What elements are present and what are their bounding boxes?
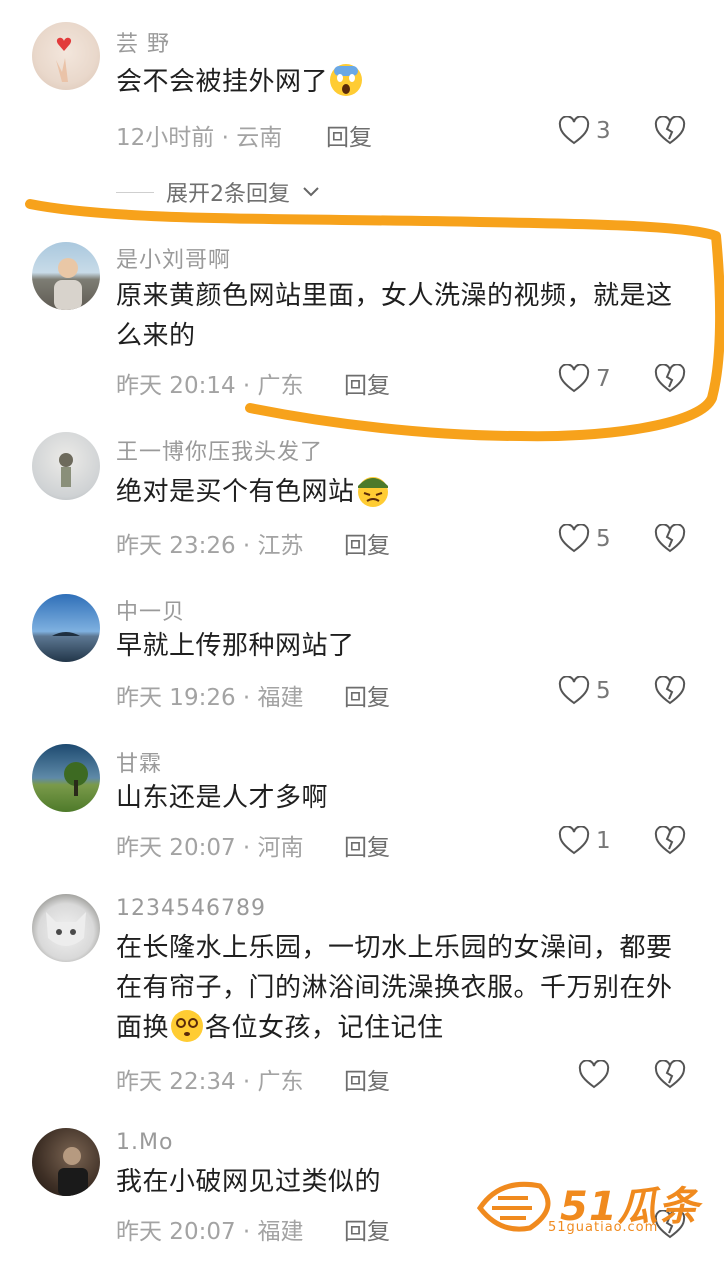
comment-username[interactable]: 是小刘哥啊 bbox=[116, 242, 231, 274]
avatar[interactable] bbox=[32, 894, 100, 962]
broken-heart-icon bbox=[654, 115, 686, 145]
heart-outline-icon bbox=[558, 676, 590, 705]
comment-username[interactable]: 甘霖 bbox=[116, 746, 162, 778]
dislike-button[interactable] bbox=[654, 115, 686, 150]
heart-outline-icon bbox=[558, 524, 590, 553]
reply-button[interactable]: 回复 bbox=[344, 678, 390, 712]
expand-replies-label: 展开2条回复 bbox=[166, 182, 290, 207]
comment-text-content: 会不会被挂外网了 bbox=[116, 67, 329, 97]
comment-time: 昨天 19:26 bbox=[116, 685, 236, 711]
like-button[interactable]: 1 bbox=[558, 826, 611, 856]
comment-username[interactable]: 中一贝 bbox=[116, 594, 185, 626]
comment-meta: 昨天 22:34 · 广东 bbox=[116, 1062, 304, 1096]
avatar[interactable] bbox=[32, 1128, 100, 1196]
reply-button[interactable]: 回复 bbox=[344, 1212, 390, 1246]
comment-location: 江苏 bbox=[257, 533, 304, 559]
comment-location: 广东 bbox=[257, 1069, 304, 1095]
comment-text: 绝对是买个有色网站 bbox=[116, 472, 706, 512]
heart-outline-icon bbox=[578, 1060, 610, 1089]
comment-text-content: 绝对是买个有色网站 bbox=[116, 477, 355, 507]
comment-time: 昨天 23:26 bbox=[116, 533, 236, 559]
comment-time: 昨天 20:07 bbox=[116, 835, 236, 861]
expand-replies-button[interactable]: 展开2条回复 bbox=[116, 176, 320, 208]
avatar[interactable] bbox=[32, 432, 100, 500]
like-button[interactable]: 5 bbox=[558, 524, 611, 554]
comment-time: 昨天 20:14 bbox=[116, 373, 236, 399]
like-count: 5 bbox=[596, 526, 611, 552]
meta-separator: · bbox=[221, 125, 229, 151]
reply-button[interactable]: 回复 bbox=[344, 828, 390, 862]
heart-outline-icon bbox=[558, 116, 590, 145]
like-button[interactable] bbox=[578, 1060, 616, 1090]
meta-separator: · bbox=[242, 685, 251, 711]
like-count: 1 bbox=[596, 828, 611, 854]
dizzy-face-emoji-icon bbox=[171, 1010, 204, 1042]
comment-username[interactable]: 芸 野 bbox=[116, 26, 170, 58]
comment-meta: 昨天 19:26 · 福建 bbox=[116, 678, 304, 712]
watermark-url: 51guatiao.com bbox=[548, 1220, 659, 1235]
comment-location: 福建 bbox=[257, 685, 304, 711]
like-button[interactable]: 7 bbox=[558, 364, 611, 394]
avatar[interactable] bbox=[32, 242, 100, 310]
broken-heart-icon bbox=[654, 825, 686, 855]
meta-separator: · bbox=[242, 835, 251, 861]
dislike-button[interactable] bbox=[654, 363, 686, 398]
comment-meta: 昨天 20:14 · 广东 bbox=[116, 366, 304, 400]
scream-emoji-icon bbox=[330, 64, 363, 96]
avatar[interactable] bbox=[32, 22, 100, 90]
comment-time: 12小时前 bbox=[116, 125, 215, 151]
comment-location: 广东 bbox=[257, 373, 304, 399]
dislike-button[interactable] bbox=[654, 1059, 686, 1094]
comment-text: 原来黄颜色网站里面，女人洗澡的视频，就是这么来的 bbox=[116, 281, 673, 351]
broken-heart-icon bbox=[654, 1059, 686, 1089]
broken-heart-icon bbox=[654, 363, 686, 393]
comment-text: 早就上传那种网站了 bbox=[116, 631, 355, 661]
like-button[interactable]: 3 bbox=[558, 116, 611, 146]
comment-location: 河南 bbox=[257, 835, 304, 861]
heart-outline-icon bbox=[558, 364, 590, 393]
like-button[interactable]: 5 bbox=[558, 676, 611, 706]
dislike-button[interactable] bbox=[654, 675, 686, 710]
comment-meta: 12小时前 · 云南 bbox=[116, 118, 282, 152]
meta-separator: · bbox=[242, 373, 251, 399]
comment-username[interactable]: 王一博你压我头发了 bbox=[116, 434, 323, 466]
comment-location: 云南 bbox=[236, 125, 283, 151]
heart-outline-icon bbox=[558, 826, 590, 855]
broken-heart-icon bbox=[654, 523, 686, 553]
reply-button[interactable]: 回复 bbox=[344, 1062, 390, 1096]
comment-meta: 昨天 20:07 · 河南 bbox=[116, 828, 304, 862]
comment-username[interactable]: 1.Mo bbox=[116, 1130, 173, 1155]
comment-username[interactable]: 1234546789 bbox=[116, 896, 266, 921]
comment-text: 会不会被挂外网了 bbox=[116, 62, 706, 102]
meta-separator: · bbox=[242, 533, 251, 559]
avatar[interactable] bbox=[32, 744, 100, 812]
comment-meta: 昨天 23:26 · 江苏 bbox=[116, 526, 304, 560]
avatar[interactable] bbox=[32, 594, 100, 662]
meta-separator: · bbox=[242, 1219, 251, 1245]
reply-button[interactable]: 回复 bbox=[344, 526, 390, 560]
comment-text: 在长隆水上乐园，一切水上乐园的女澡间，都要在有帘子，门的淋浴间洗澡换衣服。千万别… bbox=[116, 928, 696, 1048]
comment-meta: 昨天 20:07 · 福建 bbox=[116, 1212, 304, 1246]
comment-location: 福建 bbox=[257, 1219, 304, 1245]
like-count: 5 bbox=[596, 678, 611, 704]
dislike-button[interactable] bbox=[654, 825, 686, 860]
like-count: 3 bbox=[596, 118, 611, 144]
chevron-down-icon bbox=[303, 187, 319, 197]
like-count: 7 bbox=[596, 366, 611, 392]
comment-text: 山东还是人才多啊 bbox=[116, 783, 329, 813]
reply-button[interactable]: 回复 bbox=[326, 118, 372, 152]
broken-heart-icon bbox=[654, 675, 686, 705]
divider bbox=[116, 191, 154, 193]
comment-time: 昨天 22:34 bbox=[116, 1069, 236, 1095]
soldier-emoji-icon bbox=[357, 477, 388, 507]
comment-text-content: 各位女孩，记住记住 bbox=[205, 1013, 444, 1043]
reply-button[interactable]: 回复 bbox=[344, 366, 390, 400]
comment-time: 昨天 20:07 bbox=[116, 1219, 236, 1245]
meta-separator: · bbox=[242, 1069, 251, 1095]
dislike-button[interactable] bbox=[654, 523, 686, 558]
